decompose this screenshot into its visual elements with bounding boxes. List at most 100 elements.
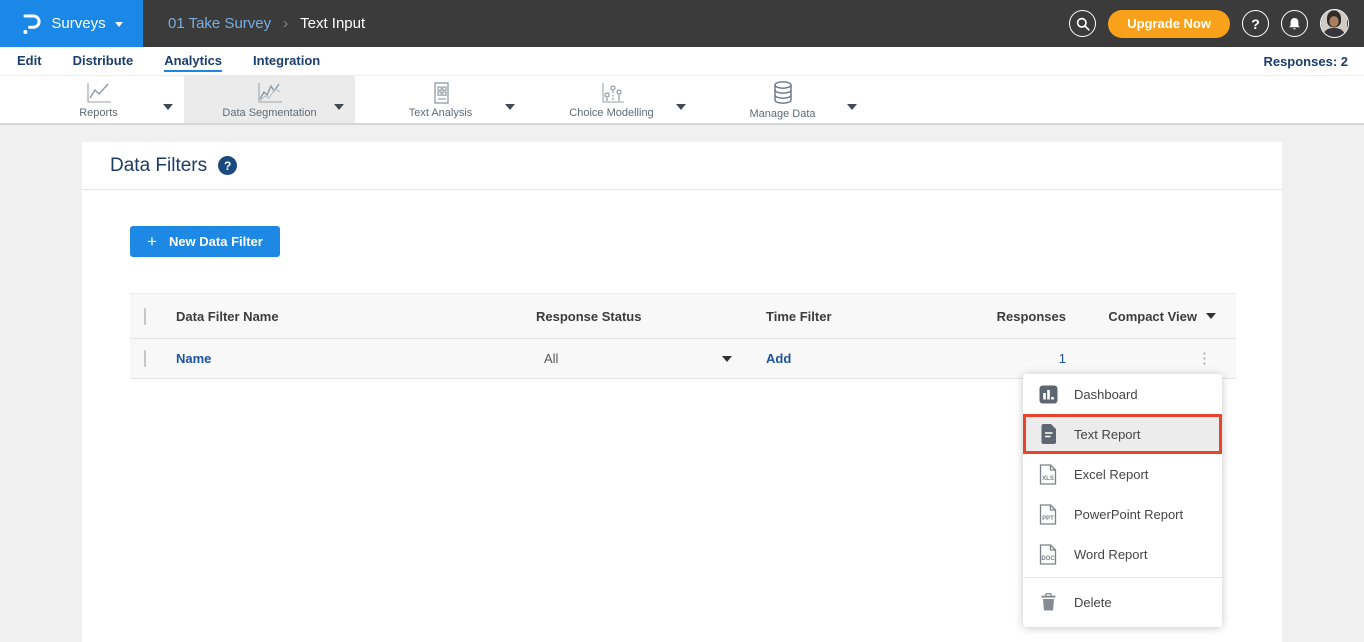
menu-item-label: Delete xyxy=(1074,595,1112,610)
ribbon-item-manage-data[interactable]: Manage Data xyxy=(697,76,868,123)
col-header-responses: Responses xyxy=(986,309,1066,324)
tab-integration[interactable]: Integration xyxy=(253,48,320,74)
response-status-dropdown[interactable]: All xyxy=(536,351,732,366)
segmentation-chart-icon xyxy=(255,81,285,105)
response-status-cell: All xyxy=(536,351,766,366)
time-filter-cell: Add xyxy=(766,351,986,366)
filter-name-cell: Name xyxy=(176,351,536,366)
menu-item-label: PowerPoint Report xyxy=(1074,507,1183,522)
top-bar: Surveys 01 Take Survey › Text Input Upgr… xyxy=(0,0,1364,47)
chevron-down-icon[interactable] xyxy=(163,97,173,115)
row-actions-cell: ⋮ xyxy=(1066,349,1236,368)
new-data-filter-label: New Data Filter xyxy=(169,234,263,249)
time-filter-add-link[interactable]: Add xyxy=(766,351,791,366)
ribbon-item-label: Reports xyxy=(79,107,118,119)
menu-item-powerpoint-report[interactable]: PPT PowerPoint Report xyxy=(1023,494,1222,534)
compact-view-selector[interactable]: Compact View xyxy=(1108,309,1216,324)
trash-icon xyxy=(1038,593,1058,611)
doc-file-icon: DOC xyxy=(1038,544,1058,565)
chevron-down-icon xyxy=(1206,313,1216,319)
menu-item-label: Word Report xyxy=(1074,547,1147,562)
svg-text:XLS: XLS xyxy=(1042,476,1054,482)
row-checkbox[interactable] xyxy=(144,350,146,367)
breadcrumb: 01 Take Survey › Text Input xyxy=(168,15,365,32)
svg-text:PPT: PPT xyxy=(1042,516,1054,522)
row-kebab-menu-icon[interactable]: ⋮ xyxy=(1193,349,1216,368)
product-switcher[interactable]: Surveys xyxy=(0,0,143,47)
question-mark-icon: ? xyxy=(224,159,231,173)
data-filters-help-button[interactable]: ? xyxy=(218,156,237,175)
chevron-down-icon[interactable] xyxy=(505,97,515,115)
ribbon-item-label: Data Segmentation xyxy=(222,107,316,119)
plus-icon: + xyxy=(147,233,157,250)
new-data-filter-button[interactable]: + New Data Filter xyxy=(130,226,280,257)
user-avatar[interactable] xyxy=(1320,9,1349,38)
menu-item-label: Dashboard xyxy=(1074,387,1138,402)
data-filters-table: Data Filter Name Response Status Time Fi… xyxy=(130,293,1236,379)
menu-item-dashboard[interactable]: Dashboard xyxy=(1023,374,1222,414)
ribbon-item-text-analysis[interactable]: Text Analysis xyxy=(355,76,526,123)
breadcrumb-survey-link[interactable]: 01 Take Survey xyxy=(168,15,271,32)
breadcrumb-separator: › xyxy=(283,15,288,32)
analytics-ribbon: Reports Data Segmentation Text Analysis xyxy=(0,76,1364,125)
col-header-name: Data Filter Name xyxy=(176,309,536,324)
dashboard-icon xyxy=(1038,385,1058,404)
col-header-response-status: Response Status xyxy=(536,309,766,324)
text-report-icon xyxy=(1038,424,1058,444)
chevron-down-icon[interactable] xyxy=(847,97,857,115)
search-button[interactable] xyxy=(1069,10,1096,37)
breadcrumb-current: Text Input xyxy=(300,15,365,32)
product-name: Surveys xyxy=(51,15,105,32)
menu-item-word-report[interactable]: DOC Word Report xyxy=(1023,534,1222,574)
ribbon-item-choice-modelling[interactable]: Choice Modelling xyxy=(526,76,697,123)
menu-divider xyxy=(1023,577,1222,578)
ribbon-item-label: Choice Modelling xyxy=(569,107,653,119)
responses-value: 1 xyxy=(1059,351,1066,366)
choice-modelling-icon xyxy=(598,81,626,105)
questionpro-logo-icon xyxy=(20,12,42,36)
reports-chart-icon xyxy=(84,81,114,105)
responses-count[interactable]: Responses: 2 xyxy=(1263,54,1348,69)
chevron-down-icon xyxy=(722,356,732,362)
upgrade-now-button[interactable]: Upgrade Now xyxy=(1108,10,1230,38)
panel-header: Data Filters ? xyxy=(82,142,1282,190)
survey-tabs: Edit Distribute Analytics Integration Re… xyxy=(0,47,1364,76)
page: Surveys 01 Take Survey › Text Input Upgr… xyxy=(0,0,1364,642)
chevron-down-icon xyxy=(115,22,123,27)
ribbon-item-label: Text Analysis xyxy=(409,107,473,119)
menu-item-text-report[interactable]: Text Report xyxy=(1023,414,1222,454)
tab-analytics[interactable]: Analytics xyxy=(164,48,222,74)
menu-item-delete[interactable]: Delete xyxy=(1023,582,1222,622)
col-header-time-filter: Time Filter xyxy=(766,309,986,324)
chevron-down-icon[interactable] xyxy=(676,97,686,115)
menu-item-excel-report[interactable]: XLS Excel Report xyxy=(1023,454,1222,494)
notifications-button[interactable] xyxy=(1281,10,1308,37)
database-icon xyxy=(770,80,796,106)
header-checkbox-cell xyxy=(130,309,176,324)
tab-edit[interactable]: Edit xyxy=(17,48,42,74)
row-checkbox-cell xyxy=(130,351,176,366)
avatar-photo xyxy=(1321,10,1347,36)
ppt-file-icon: PPT xyxy=(1038,504,1058,525)
row-actions-menu: Dashboard Text Report XLS Excel Repor xyxy=(1023,374,1222,627)
svg-text:DOC: DOC xyxy=(1041,556,1055,562)
ribbon-item-data-segmentation[interactable]: Data Segmentation xyxy=(184,76,355,123)
table-row: Name All Add 1 ⋮ xyxy=(130,339,1236,379)
question-mark-icon: ? xyxy=(1251,16,1260,32)
menu-item-label: Excel Report xyxy=(1074,467,1148,482)
search-icon xyxy=(1076,17,1090,31)
text-analysis-icon xyxy=(428,81,454,105)
table-header-row: Data Filter Name Response Status Time Fi… xyxy=(130,294,1236,339)
filter-name-link[interactable]: Name xyxy=(176,351,211,366)
page-title: Data Filters xyxy=(110,155,207,177)
ribbon-item-reports[interactable]: Reports xyxy=(13,76,184,123)
help-button[interactable]: ? xyxy=(1242,10,1269,37)
select-all-checkbox[interactable] xyxy=(144,308,146,325)
tab-distribute[interactable]: Distribute xyxy=(73,48,134,74)
chevron-down-icon[interactable] xyxy=(334,97,344,115)
xls-file-icon: XLS xyxy=(1038,464,1058,485)
response-status-value: All xyxy=(544,351,558,366)
ribbon-item-label: Manage Data xyxy=(749,108,815,120)
compact-view-label: Compact View xyxy=(1108,309,1197,324)
bell-icon xyxy=(1288,17,1301,31)
